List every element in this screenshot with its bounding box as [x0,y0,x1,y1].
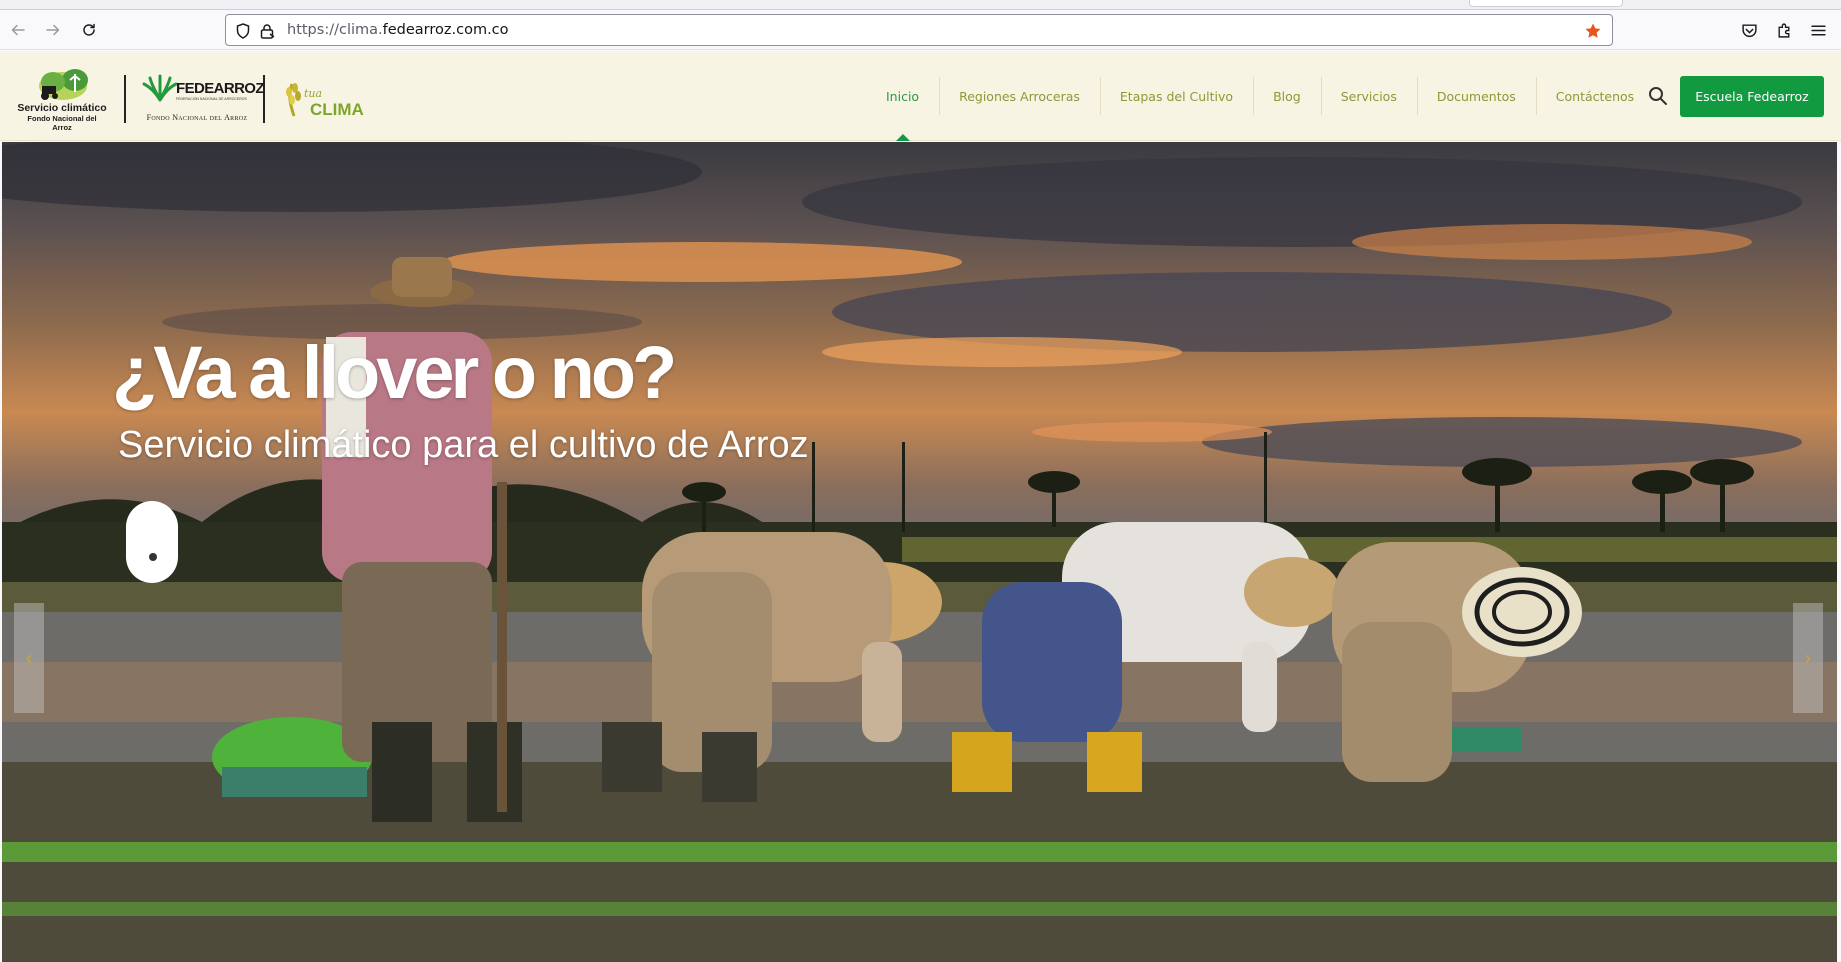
url-prefix: https://clima. [287,22,383,38]
hero-slider: ¿Va a llover o no? Servicio climático pa… [2,142,1837,962]
tu-clima-logo[interactable]: tua CLIMA [280,66,370,126]
nav-item-regiones-arroceras[interactable]: Regiones Arroceras [939,51,1100,141]
hero-title: ¿Va a llover o no? [112,331,677,414]
escuela-fedearroz-button[interactable]: Escuela Fedearroz [1680,76,1824,117]
browser-tab[interactable] [1469,0,1623,7]
rice-field-photo [2,142,1837,962]
tab-strip [0,0,1841,10]
logo-divider [124,75,126,123]
servicio-climatico-logo[interactable]: Servicio climático Fondo Nacional del Ar… [17,66,107,132]
logo-clima-line1: Servicio climático [17,102,107,114]
site-header: Servicio climático Fondo Nacional del Ar… [0,51,1841,141]
browser-toolbar: https://clima.fedearroz.com.co [0,10,1841,50]
url-bar[interactable]: https://clima.fedearroz.com.co [225,14,1613,46]
fondo-nacional-label: Fondo Nacional del Arroz [146,113,248,122]
pocket-icon[interactable] [1737,18,1761,42]
tu-clima-script: tua [304,87,323,100]
nav-item-inicio[interactable]: Inicio [866,51,939,141]
lock-icon[interactable] [258,22,276,40]
menu-icon[interactable] [1806,18,1830,42]
cloud-tractor-icon [39,69,88,100]
tu-clima-wordmark: CLIMA [310,100,364,119]
fedearroz-wordmark: FEDEARROZ [176,80,265,97]
fedearroz-tagline: FEDERACIÓN NACIONAL DE ARROCEROS [176,97,247,101]
extensions-icon[interactable] [1772,18,1796,42]
logo-clima-line2: Fondo Nacional del Arroz [27,114,97,132]
search-icon[interactable] [1647,85,1669,107]
url-text[interactable]: https://clima.fedearroz.com.co [287,22,509,38]
nav-item-etapas-del-cultivo[interactable]: Etapas del Cultivo [1099,51,1253,141]
slider-prev-button[interactable]: ‹ [14,603,44,713]
reload-icon[interactable] [77,18,101,42]
hero-subtitle: Servicio climático para el cultivo de Ar… [118,424,809,466]
fedearroz-logo[interactable]: FEDEARROZ FEDERACIÓN NACIONAL DE ARROCER… [140,66,265,126]
url-domain: fedearroz.com.co [382,22,509,38]
rice-plant-icon [142,74,178,102]
nav-item-contactenos[interactable]: Contáctenos [1535,51,1654,141]
nav-item-blog[interactable]: Blog [1253,51,1321,141]
bookmark-star-icon[interactable] [1584,22,1602,40]
back-icon[interactable] [6,18,30,42]
slider-next-button[interactable]: › [1793,603,1823,713]
logo-divider [263,75,265,123]
shield-icon[interactable] [234,22,252,40]
forward-icon[interactable] [41,18,65,42]
chevron-right-icon: › [1804,646,1812,670]
main-nav: Inicio Regiones Arroceras Etapas del Cul… [866,51,1654,141]
chevron-left-icon: ‹ [25,646,33,670]
nav-item-documentos[interactable]: Documentos [1416,51,1536,141]
nav-item-servicios[interactable]: Servicios [1320,51,1417,141]
scroll-mouse-icon[interactable] [126,501,178,583]
